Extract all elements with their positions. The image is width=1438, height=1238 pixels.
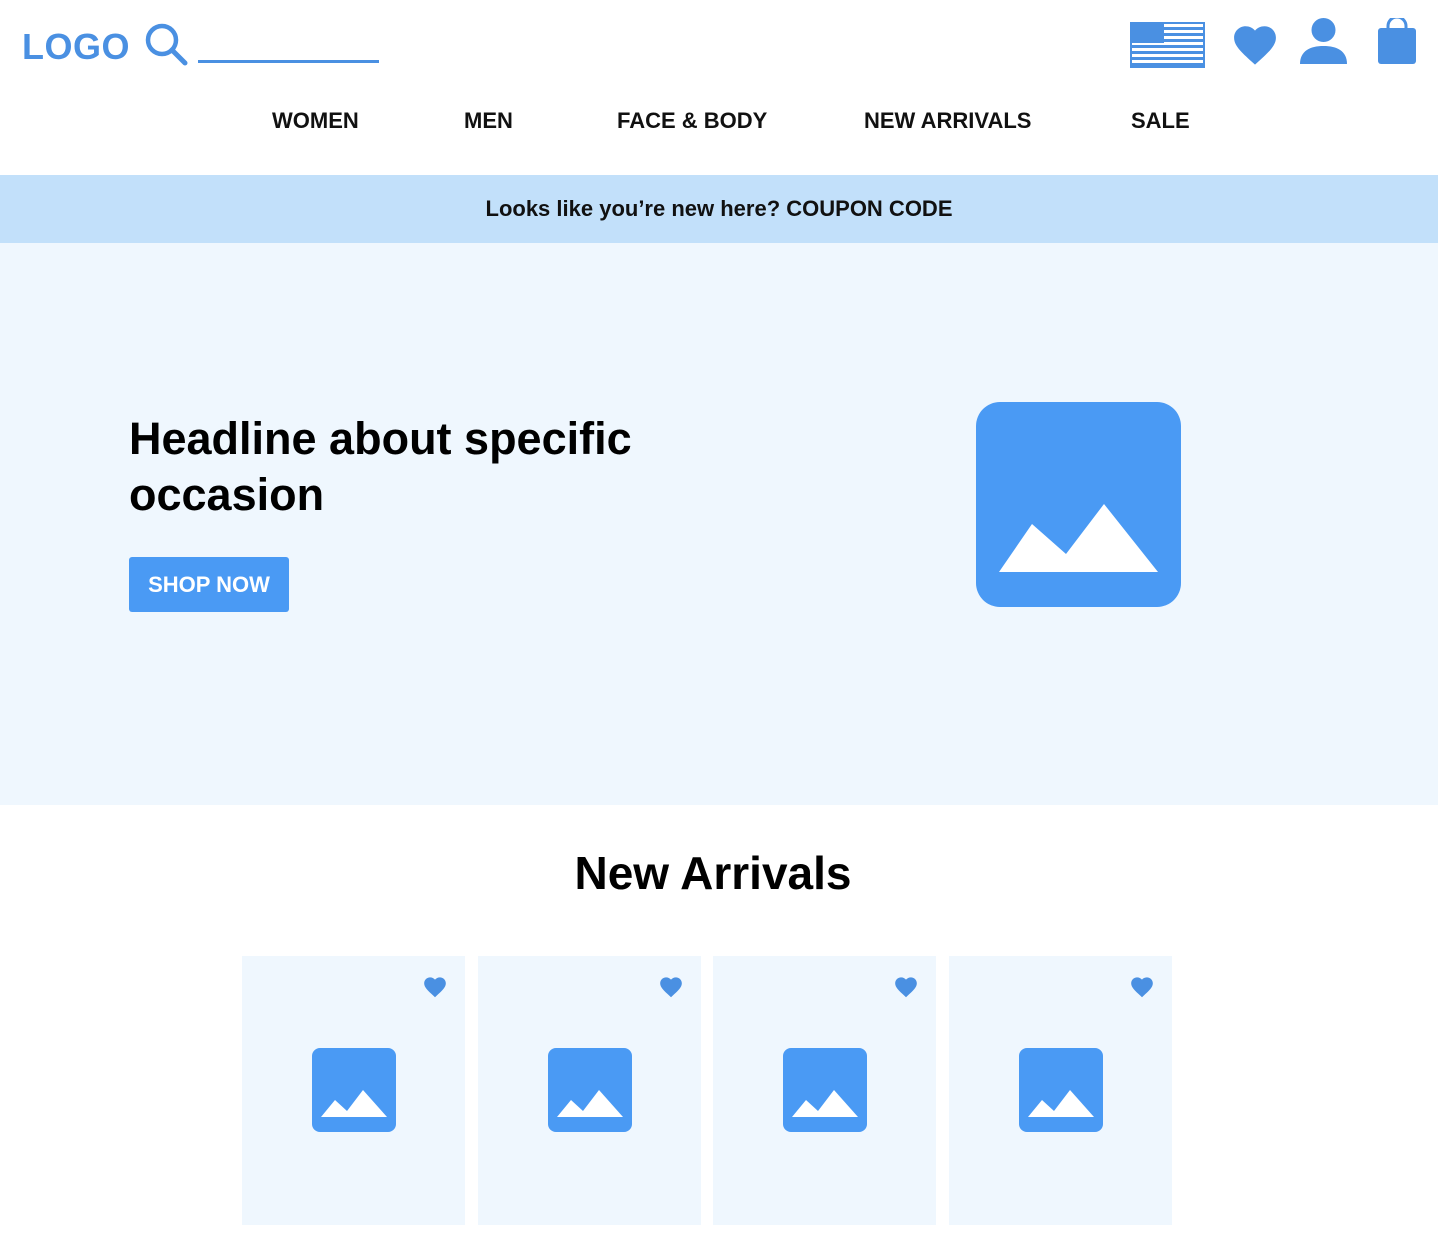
- image-placeholder-icon: [312, 1048, 396, 1132]
- image-placeholder-icon: [783, 1048, 867, 1132]
- image-placeholder-icon: [976, 402, 1181, 607]
- product-card[interactable]: [713, 956, 936, 1225]
- hero-headline: Headline about specific occasion: [129, 413, 632, 520]
- image-placeholder-icon: [1019, 1048, 1103, 1132]
- nav-item-new-arrivals[interactable]: NEW ARRIVALS: [864, 106, 1031, 136]
- promo-text: Looks like you’re new here? COUPON CODE: [485, 196, 953, 221]
- logo[interactable]: LOGO: [22, 25, 130, 69]
- search-icon[interactable]: [144, 22, 188, 66]
- main-nav: WOMEN MEN FACE & BODY NEW ARRIVALS SALE: [0, 106, 1438, 136]
- heart-icon[interactable]: [893, 974, 919, 998]
- product-card[interactable]: [478, 956, 701, 1225]
- image-placeholder-icon: [548, 1048, 632, 1132]
- product-card[interactable]: [949, 956, 1172, 1225]
- shopping-bag-icon[interactable]: [1376, 18, 1418, 65]
- nav-item-sale[interactable]: SALE: [1131, 106, 1190, 136]
- user-icon[interactable]: [1300, 18, 1347, 66]
- promo-banner: Looks like you’re new here? COUPON CODE: [0, 175, 1438, 243]
- product-card[interactable]: [242, 956, 465, 1225]
- search-input[interactable]: [198, 28, 379, 63]
- shop-now-button[interactable]: SHOP NOW: [129, 557, 289, 612]
- nav-item-women[interactable]: WOMEN: [272, 106, 359, 136]
- heart-icon[interactable]: [658, 974, 684, 998]
- site-header: LOGO WOMEN MEN FACE & BODY NEW ARRIVALS …: [0, 0, 1438, 175]
- nav-item-men[interactable]: MEN: [464, 106, 513, 136]
- nav-item-face-body[interactable]: FACE & BODY: [617, 106, 767, 136]
- heart-icon[interactable]: [1129, 974, 1155, 998]
- us-flag-icon[interactable]: [1130, 22, 1205, 68]
- heart-icon[interactable]: [422, 974, 448, 998]
- hero-section: Headline about specific occasion SHOP NO…: [0, 243, 1438, 805]
- new-arrivals-title: New Arrivals: [574, 847, 852, 899]
- heart-icon[interactable]: [1229, 20, 1281, 66]
